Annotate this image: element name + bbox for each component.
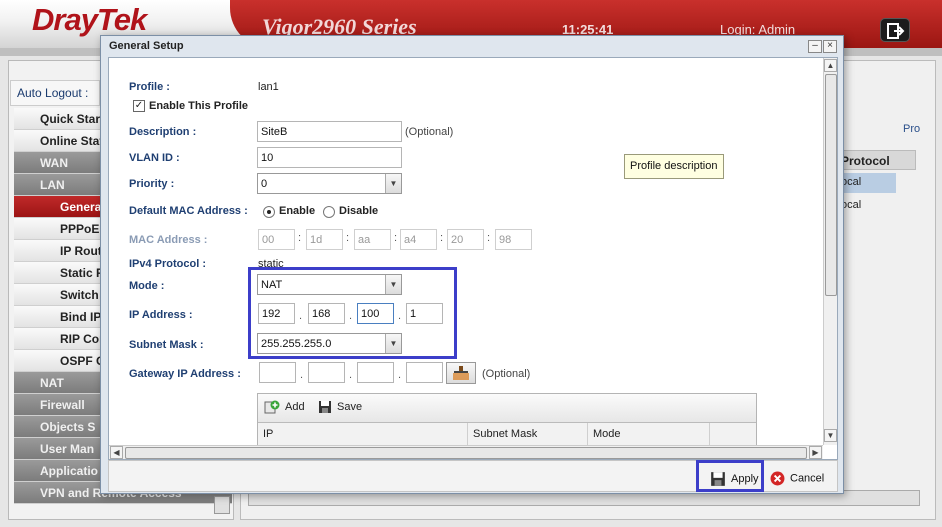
- mac-octet-6: 98: [495, 229, 532, 250]
- mac-separator: :: [394, 232, 398, 244]
- dialog-horizontal-scrollbar[interactable]: ◀ ▶: [109, 445, 823, 459]
- gateway-separator: .: [398, 369, 402, 381]
- gateway-ip-label: Gateway IP Address :: [129, 368, 241, 380]
- highlight-box: [248, 267, 457, 359]
- priority-select[interactable]: 0 ▼: [257, 173, 402, 194]
- add-label: Add: [285, 400, 305, 413]
- vlan-id-label: VLAN ID :: [129, 152, 180, 164]
- scroll-up-icon[interactable]: ▲: [824, 59, 837, 72]
- profile-link[interactable]: Pro: [903, 123, 920, 135]
- table-row[interactable]: ocal: [838, 173, 896, 193]
- mac-address-label: MAC Address :: [129, 234, 208, 246]
- mac-octet-1: 00: [258, 229, 295, 250]
- enable-profile-checkbox[interactable]: ✓: [133, 100, 145, 112]
- table-header: IP Subnet Mask Mode: [258, 423, 756, 445]
- mode-label: Mode :: [129, 280, 165, 292]
- vertical-scroll-thumb[interactable]: [825, 74, 837, 296]
- cancel-label: Cancel: [790, 472, 825, 485]
- gateway-separator: .: [300, 369, 304, 381]
- profile-value: lan1: [258, 81, 279, 93]
- save-button[interactable]: Save: [318, 400, 362, 414]
- minimize-button[interactable]: –: [808, 40, 822, 53]
- cancel-icon: [770, 471, 785, 486]
- enable-radio-label: Enable: [279, 205, 316, 217]
- mac-octet-2: 1d: [306, 229, 343, 250]
- broom-icon: [453, 366, 469, 380]
- mac-separator: :: [346, 232, 350, 244]
- general-setup-dialog: General Setup – × Profile : lan1 ✓ Enabl…: [100, 35, 844, 494]
- logout-icon: [887, 23, 905, 39]
- auto-logout-label: Auto Logout :: [10, 80, 100, 106]
- dialog-body: Profile : lan1 ✓ Enable This Profile Des…: [108, 57, 838, 460]
- cancel-button[interactable]: Cancel: [765, 467, 829, 489]
- subnet-mask-label: Subnet Mask :: [129, 339, 204, 351]
- gateway-octet-4[interactable]: [406, 362, 443, 383]
- column-header-subnet-mask: Subnet Mask: [468, 423, 588, 445]
- dialog-title: General Setup: [109, 40, 184, 52]
- disable-radio-label: Disable: [339, 205, 379, 217]
- apply-highlight-box: [696, 460, 764, 492]
- description-optional-note: (Optional): [405, 126, 454, 138]
- mac-octet-4: a4: [400, 229, 437, 250]
- default-mac-label: Default MAC Address :: [129, 205, 248, 217]
- column-header-ip: IP: [258, 423, 468, 445]
- mac-octet-3: aa: [354, 229, 391, 250]
- description-label: Description :: [129, 126, 197, 138]
- table-row[interactable]: ocal: [838, 196, 896, 216]
- gateway-octet-1[interactable]: [259, 362, 296, 383]
- priority-label: Priority :: [129, 178, 175, 190]
- close-button[interactable]: ×: [823, 40, 837, 53]
- dialog-vertical-scrollbar[interactable]: ▲ ▼: [823, 58, 837, 445]
- gateway-separator: .: [349, 369, 353, 381]
- mac-separator: :: [298, 232, 302, 244]
- mac-separator: :: [440, 232, 444, 244]
- default-mac-disable-radio[interactable]: [323, 206, 335, 218]
- scroll-right-icon[interactable]: ▶: [809, 446, 822, 459]
- default-mac-enable-radio[interactable]: [263, 206, 275, 218]
- gateway-lookup-button[interactable]: [446, 362, 476, 384]
- ip-address-label: IP Address :: [129, 309, 193, 321]
- scroll-left-icon[interactable]: ◀: [110, 446, 123, 459]
- sidebar-scroll-down[interactable]: [214, 496, 230, 514]
- scroll-down-icon[interactable]: ▼: [824, 429, 837, 442]
- profile-label: Profile :: [129, 81, 170, 93]
- profile-description-tooltip: Profile description: [624, 154, 724, 179]
- save-icon: [319, 401, 331, 413]
- table-toolbar: Add Save: [258, 394, 756, 423]
- route-table: Add Save IP Subnet Mask Mode: [257, 393, 757, 445]
- brand-logo: DrayTek: [32, 2, 147, 37]
- dialog-footer: Apply Cancel: [108, 460, 838, 492]
- ipv4-protocol-label: IPv4 Protocol :: [129, 258, 207, 270]
- gateway-octet-2[interactable]: [308, 362, 345, 383]
- gateway-octet-3[interactable]: [357, 362, 394, 383]
- logout-button[interactable]: [880, 18, 910, 42]
- description-input[interactable]: SiteB: [257, 121, 402, 142]
- mac-octet-5: 20: [447, 229, 484, 250]
- horizontal-scroll-thumb[interactable]: [125, 447, 807, 459]
- vlan-id-input[interactable]: 10: [257, 147, 402, 168]
- priority-value: 0: [261, 178, 268, 190]
- column-header-mode: Mode: [588, 423, 710, 445]
- save-label: Save: [337, 400, 363, 413]
- close-icon: ×: [827, 40, 833, 51]
- protocol-column-header: Protocol: [838, 150, 916, 170]
- chevron-down-icon: ▼: [385, 174, 401, 193]
- column-header-actions: [710, 423, 756, 445]
- enable-profile-label: Enable This Profile: [149, 100, 249, 112]
- add-button[interactable]: Add: [264, 400, 305, 414]
- add-icon: [264, 400, 280, 414]
- gateway-optional-note: (Optional): [482, 368, 531, 380]
- mac-separator: :: [487, 232, 491, 244]
- check-icon: ✓: [134, 100, 144, 111]
- minimize-icon: –: [812, 40, 818, 51]
